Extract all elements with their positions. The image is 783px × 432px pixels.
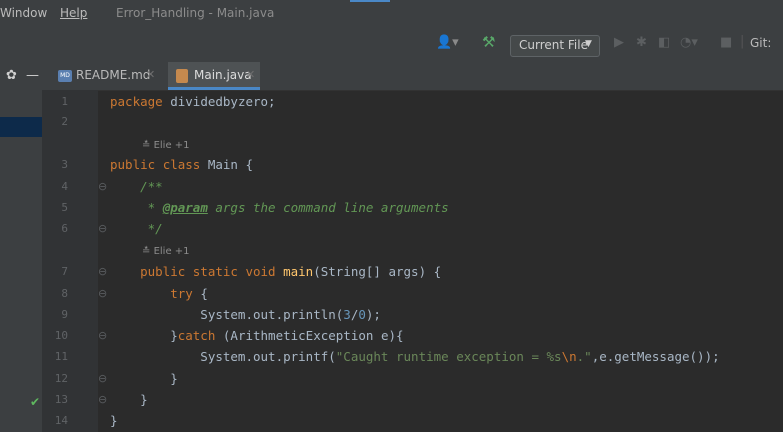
code-line[interactable]: } (110, 392, 148, 407)
line-number: 5 (61, 201, 68, 214)
close-icon[interactable]: ✕ (146, 68, 155, 81)
code-line[interactable]: System.out.printf("Caught runtime except… (110, 349, 719, 364)
line-number: 8 (61, 287, 68, 300)
gear-icon[interactable]: ✿ (6, 68, 17, 83)
author-hint[interactable]: ≛ Elie +1 (142, 140, 190, 151)
line-number: 11 (54, 350, 68, 363)
menu-bar: Window Help Error_Handling - Main.java (0, 0, 783, 26)
collapse-icon[interactable]: — (26, 68, 39, 83)
code-line[interactable]: try { (110, 286, 208, 301)
java-file-icon (176, 69, 188, 83)
project-sidebar[interactable] (0, 90, 42, 432)
line-number: 9 (61, 308, 68, 321)
markdown-file-icon: MD (58, 70, 72, 82)
code-line[interactable]: package dividedbyzero; (110, 94, 276, 109)
menu-help[interactable]: Help (60, 6, 87, 20)
code-line[interactable]: } (110, 371, 178, 386)
code-line[interactable]: public class Main { (110, 157, 253, 172)
debug-icon[interactable]: ✱ (636, 35, 647, 50)
accent-line (350, 0, 390, 2)
line-number: 3 (61, 158, 68, 171)
tab-readme-label: README.md (76, 68, 151, 82)
build-hammer-icon[interactable]: ⚒ (482, 33, 495, 51)
line-number: 4 (61, 180, 68, 193)
chevron-down-icon: ▼ (585, 39, 592, 49)
line-number: 1 (61, 95, 68, 108)
code-line[interactable]: System.out.println(3/0); (110, 307, 381, 322)
tab-main-java[interactable]: Main.java ✕ (168, 62, 260, 90)
code-line[interactable]: public static void main(String[] args) { (110, 264, 441, 279)
git-label[interactable]: Git: (750, 36, 771, 50)
fold-icon[interactable]: ⊖ (98, 265, 107, 278)
line-number: 14 (54, 414, 68, 427)
project-selection[interactable] (0, 117, 42, 137)
author-hint[interactable]: ≛ Elie +1 (142, 246, 190, 257)
toolbar: 👤▾ ⚒ ▶ ✱ ◧ ◔▾ ■ | Git: (0, 26, 783, 63)
line-number: 7 (61, 265, 68, 278)
close-icon[interactable]: ✕ (246, 68, 255, 81)
fold-icon[interactable]: ⊖ (98, 287, 107, 300)
stop-icon[interactable]: ■ (720, 35, 732, 50)
line-number: 6 (61, 222, 68, 235)
menu-window[interactable]: Window (0, 6, 47, 20)
toolbar-separator: | (740, 34, 745, 49)
code-line[interactable]: */ (110, 221, 163, 236)
fold-icon[interactable]: ⊖ (98, 329, 107, 342)
fold-icon[interactable]: ⊖ (98, 372, 107, 385)
code-line[interactable]: } (110, 413, 118, 428)
code-line[interactable]: /** (110, 179, 163, 194)
line-number: 13 (54, 393, 68, 406)
window-title: Error_Handling - Main.java (116, 6, 275, 20)
fold-icon[interactable]: ⊖ (98, 222, 107, 235)
line-number: 10 (54, 329, 68, 342)
person-icon: ≛ (142, 140, 154, 151)
profile-icon[interactable]: ◔▾ (680, 35, 698, 50)
code-line[interactable]: }catch (ArithmeticException e){ (110, 328, 403, 343)
line-number: 2 (61, 115, 68, 128)
check-icon: ✔ (30, 395, 41, 409)
run-config-dropdown[interactable]: Current File ▼ (510, 35, 600, 57)
code-line[interactable]: * @param args the command line arguments (110, 200, 449, 215)
line-number: 12 (54, 372, 68, 385)
tab-readme[interactable]: MD README.md ✕ (54, 62, 164, 90)
fold-icon[interactable]: ⊖ (98, 180, 107, 193)
user-icon[interactable]: 👤▾ (436, 35, 459, 50)
tab-main-java-label: Main.java (194, 68, 252, 82)
run-config-label: Current File (519, 38, 588, 52)
fold-icon[interactable]: ⊖ (98, 393, 107, 406)
person-icon: ≛ (142, 246, 154, 257)
coverage-icon[interactable]: ◧ (658, 35, 670, 50)
run-icon[interactable]: ▶ (614, 35, 624, 50)
